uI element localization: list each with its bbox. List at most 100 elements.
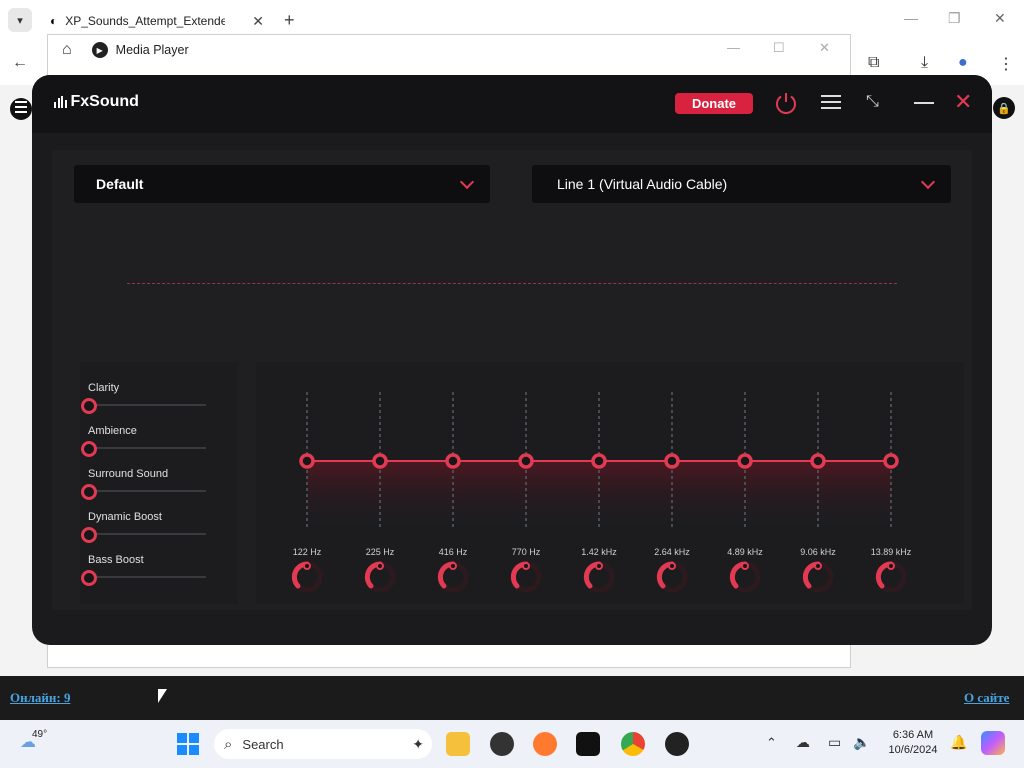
- page-menu-button[interactable]: [10, 98, 32, 120]
- about-link[interactable]: О сайте: [964, 690, 1009, 706]
- close-window-icon[interactable]: ✕: [994, 10, 1006, 27]
- lock-icon[interactable]: 🔒: [993, 97, 1015, 119]
- eq-band-dial[interactable]: [363, 560, 397, 594]
- eq-band-frequency: 1.42 kHz: [581, 547, 617, 557]
- eq-band-frequency: 122 Hz: [292, 547, 322, 557]
- copilot-icon[interactable]: [981, 731, 1005, 755]
- display-icon[interactable]: ▭: [828, 734, 841, 751]
- eq-band-handle[interactable]: [883, 453, 899, 469]
- eq-band-frequency: 9.06 kHz: [800, 547, 836, 557]
- fxsound-menu-icon[interactable]: [821, 95, 841, 113]
- more-menu-icon[interactable]: ⋮: [998, 54, 1014, 74]
- fxsound-close-icon[interactable]: ✕: [954, 89, 972, 115]
- effect-slider-knob[interactable]: [81, 570, 97, 586]
- effects-panel: Clarity Ambience Surround Sound Dynamic Boo…: [80, 362, 238, 604]
- cloud-icon[interactable]: ☁: [796, 734, 810, 751]
- page-footer: [0, 676, 1024, 720]
- logo-bars-icon: [54, 96, 67, 108]
- eq-band-frequency: 225 Hz: [365, 547, 395, 557]
- chevron-down-icon: [459, 174, 475, 190]
- eq-band-dial[interactable]: [801, 560, 835, 594]
- firefox-icon[interactable]: [533, 732, 557, 756]
- compact-view-icon[interactable]: ⤡: [866, 93, 879, 111]
- download-icon[interactable]: ⤓: [921, 54, 928, 72]
- fxsound-minimize-icon[interactable]: [914, 102, 934, 104]
- preset-dropdown[interactable]: Default: [74, 165, 490, 203]
- visualizer-baseline: [127, 283, 897, 284]
- file-explorer-icon[interactable]: [446, 732, 470, 756]
- preset-value: Default: [96, 176, 144, 192]
- app-icon[interactable]: [490, 732, 514, 756]
- effect-slider-knob[interactable]: [81, 398, 97, 414]
- fxsound-header: [32, 75, 992, 133]
- online-count-link[interactable]: Онлайн: 9: [10, 690, 70, 706]
- output-device-value: Line 1 (Virtual Audio Cable): [557, 176, 728, 192]
- taskbar-clock[interactable]: 6:36 AM 10/6/2024: [880, 729, 946, 756]
- eq-band-dial[interactable]: [655, 560, 689, 594]
- mouse-cursor-icon: [158, 689, 167, 703]
- media-player-title: Media Player: [115, 43, 189, 57]
- eq-band-frequency: 4.89 kHz: [727, 547, 763, 557]
- effect-slider-track[interactable]: [88, 404, 206, 406]
- effect-slider-knob[interactable]: [81, 441, 97, 457]
- eq-band-handle[interactable]: [372, 453, 388, 469]
- effect-slider-track[interactable]: [88, 490, 206, 492]
- eq-band-dial[interactable]: [874, 560, 908, 594]
- eq-band-handle[interactable]: [518, 453, 534, 469]
- clock-date: 10/6/2024: [888, 744, 938, 756]
- tab-favicon-icon: ◐: [50, 14, 58, 28]
- eq-band-handle[interactable]: [737, 453, 753, 469]
- search-icon: ⌕: [224, 735, 233, 753]
- output-device-dropdown[interactable]: Line 1 (Virtual Audio Cable): [532, 165, 951, 203]
- minimize-icon[interactable]: —: [904, 10, 918, 26]
- media-player-maximize-icon[interactable]: ☐: [773, 40, 785, 56]
- fxsound-window: FxSound Donate ⤡ ✕ Default Line 1 (Virtu…: [32, 75, 992, 645]
- eq-band-dial[interactable]: [290, 560, 324, 594]
- effect-label: Dynamic Boost: [88, 511, 162, 523]
- power-icon[interactable]: [774, 91, 798, 115]
- notification-bell-icon[interactable]: 🔔: [950, 734, 967, 751]
- effect-slider-track[interactable]: [88, 576, 206, 578]
- effect-label: Bass Boost: [88, 554, 144, 566]
- eq-band-dial[interactable]: [509, 560, 543, 594]
- volume-icon[interactable]: 🔈: [853, 734, 870, 751]
- chevron-down-icon: ▾: [17, 14, 23, 27]
- home-icon[interactable]: ⌂: [62, 41, 72, 59]
- chevron-up-icon[interactable]: ⌃: [766, 735, 777, 751]
- equalizer-panel: 122 Hz 225 Hz 416 Hz 770 Hz 1.42 kHz 2.64 kHz…: [256, 362, 964, 604]
- chrome-icon[interactable]: [621, 732, 645, 756]
- media-player-close-icon[interactable]: ✕: [819, 40, 830, 56]
- fxsound-taskbar-icon[interactable]: [576, 732, 600, 756]
- tab-title: XP_Sounds_Attempt_Extended_: [65, 14, 226, 28]
- extensions-icon[interactable]: ⧉: [868, 54, 879, 72]
- donate-button[interactable]: Donate: [675, 93, 753, 114]
- new-tab-button[interactable]: +: [284, 10, 295, 31]
- eq-band-dial[interactable]: [582, 560, 616, 594]
- effect-slider-track[interactable]: [88, 447, 206, 449]
- effect-label: Ambience: [88, 425, 137, 437]
- effect-slider-track[interactable]: [88, 533, 206, 535]
- eq-band-handle[interactable]: [445, 453, 461, 469]
- eq-band-handle[interactable]: [299, 453, 315, 469]
- media-player-minimize-icon[interactable]: —: [727, 40, 740, 55]
- eq-band-handle[interactable]: [810, 453, 826, 469]
- eq-band-handle[interactable]: [664, 453, 680, 469]
- eq-band-dial[interactable]: [728, 560, 762, 594]
- eq-band-handle[interactable]: [591, 453, 607, 469]
- profile-icon[interactable]: ●: [958, 54, 968, 72]
- media-player-app-icon: ▶: [91, 42, 108, 58]
- windows-start-icon[interactable]: [176, 732, 200, 756]
- effect-slider-knob[interactable]: [81, 527, 97, 543]
- browser-tab[interactable]: ◐ XP_Sounds_Attempt_Extended_ ✕: [40, 6, 272, 36]
- close-tab-icon[interactable]: ✕: [252, 13, 264, 30]
- search-placeholder: Search: [242, 736, 284, 752]
- media-player-taskbar-icon[interactable]: [665, 732, 689, 756]
- search-highlight-icon: ✦: [412, 735, 424, 752]
- eq-band-dial[interactable]: [436, 560, 470, 594]
- effect-slider-knob[interactable]: [81, 484, 97, 500]
- restore-icon[interactable]: ❐: [948, 10, 961, 27]
- effect-label: Surround Sound: [88, 468, 169, 480]
- back-arrow-icon[interactable]: ←: [12, 54, 28, 72]
- tab-search-button[interactable]: ▾: [8, 8, 32, 32]
- taskbar-search-box[interactable]: ⌕ Search ✦: [214, 729, 432, 759]
